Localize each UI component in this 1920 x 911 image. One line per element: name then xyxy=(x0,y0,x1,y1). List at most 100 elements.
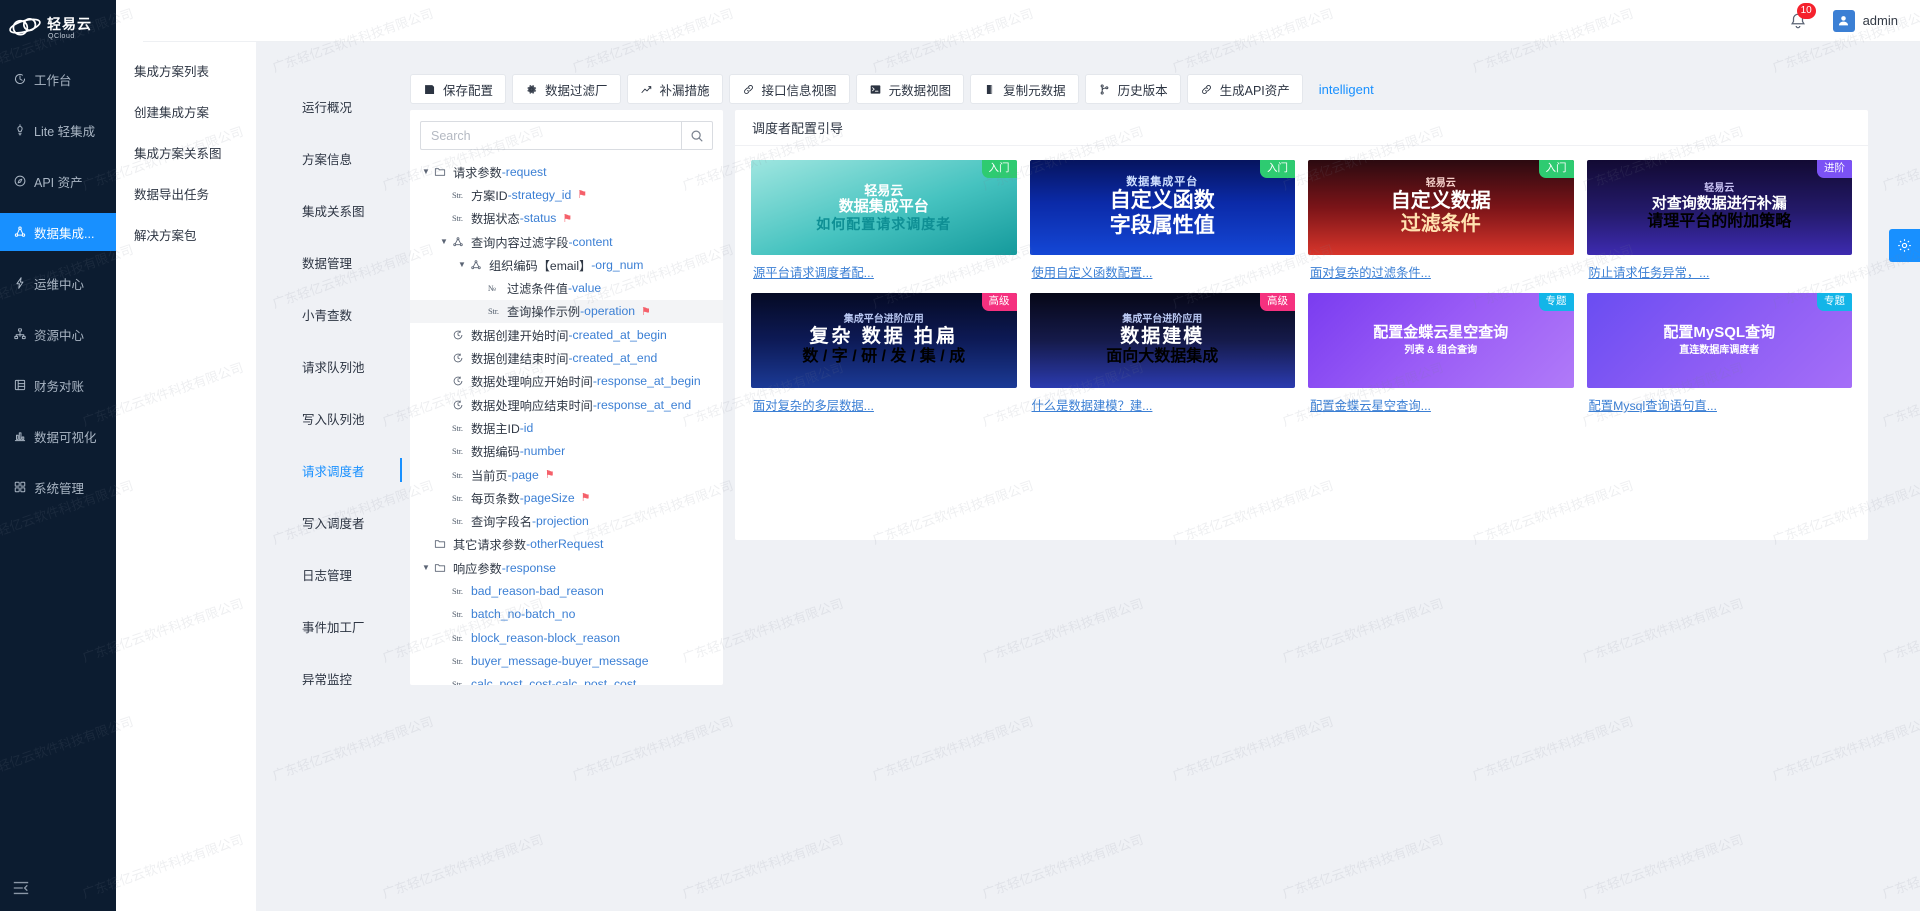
toolbar-button-7[interactable]: 生成API资产 xyxy=(1186,74,1303,104)
guide-card[interactable]: 入门 轻易云 数据集成平台 如何配置请求调度者 源平台请求调度者配... xyxy=(751,160,1017,281)
tertiary-menu-item-4[interactable]: 小青查数 xyxy=(256,288,402,340)
toolbar-button-3[interactable]: 接口信息视图 xyxy=(728,74,850,104)
toolbar-button-5[interactable]: 复制元数据 xyxy=(970,74,1079,104)
secondary-menu-item-2[interactable]: 集成方案关系图 xyxy=(116,132,256,173)
tree-node[interactable]: ▼ 查询内容过滤字段 -content xyxy=(410,230,723,253)
tree-node[interactable]: ▼Str.方案ID-strategy_id⚑ xyxy=(410,183,723,206)
sidebar-item-8[interactable]: 系统管理 xyxy=(0,468,116,506)
guide-card-thumb-line: 数 / 字 / 研 / 发 / 集 / 成 xyxy=(802,348,966,366)
guide-card-title[interactable]: 面对复杂的过滤条件... xyxy=(1308,263,1574,281)
guide-card[interactable]: 专题 配置MySQL查询 直连数据库调度者 配置Mysql查询语句直... xyxy=(1586,293,1853,414)
guide-card-tag: 高级 xyxy=(981,293,1017,311)
sidebar-item-6[interactable]: 财务对账 xyxy=(0,366,116,404)
sidebar-item-label: 数据集成... xyxy=(34,226,95,241)
chevron-down-icon[interactable]: ▼ xyxy=(454,260,470,269)
toolbar-button-4[interactable]: 元数据视图 xyxy=(855,74,965,104)
tree-node[interactable]: ▼数据处理响应开始时间-response_at_begin xyxy=(410,370,723,393)
tertiary-menu-item-9[interactable]: 日志管理 xyxy=(256,548,402,600)
guide-card-title[interactable]: 源平台请求调度者配... xyxy=(751,263,1017,281)
guide-card-title[interactable]: 使用自定义函数配置... xyxy=(1030,263,1296,281)
string-type-icon: Str. xyxy=(452,446,463,457)
primary-sidebar: 轻易云 QCloud 工作台 Lite 轻集成 API 资产数据集成... 运维中心资… xyxy=(0,0,116,911)
tertiary-menu-item-10[interactable]: 事件加工厂 xyxy=(256,600,402,652)
tree-node[interactable]: ▼Str.buyer_message-buyer_message xyxy=(410,649,723,672)
secondary-menu-item-4[interactable]: 解决方案包 xyxy=(116,214,256,255)
tertiary-menu-item-8[interactable]: 写入调度者 xyxy=(256,496,402,548)
chevron-down-icon[interactable]: ▼ xyxy=(436,237,452,246)
guide-card[interactable]: 进阶 轻易云 对查询数据进行补漏 请理平台的附加策略 防止请求任务异常，... xyxy=(1586,160,1853,281)
tree-node[interactable]: ▼数据创建开始时间-created_at_begin xyxy=(410,323,723,346)
chevron-down-icon[interactable]: ▼ xyxy=(418,563,434,572)
toolbar-button-6[interactable]: 历史版本 xyxy=(1084,74,1181,104)
toolbar-button-1[interactable]: 数据过滤厂 xyxy=(512,74,621,104)
share-nodes-icon xyxy=(470,259,489,271)
sidebar-item-5[interactable]: 资源中心 xyxy=(0,315,116,353)
tree-node[interactable]: ▼Str.数据主ID-id xyxy=(410,416,723,439)
tree-node[interactable]: ▼Str.每页条数-pageSize⚑ xyxy=(410,486,723,509)
guide-card[interactable]: 专题 配置金蝶云星空查询 列表 & 组合查询 配置金蝶云星空查询... xyxy=(1308,293,1574,414)
tree-node[interactable]: ▼Str.calc_post_cost-calc_post_cost xyxy=(410,673,723,685)
guide-card[interactable]: 高级 集成平台进阶应用 复杂 数据 拍扁数 / 字 / 研 / 发 / 集 / 成面… xyxy=(751,293,1017,414)
brand-logo[interactable]: 轻易云 QCloud xyxy=(0,0,116,56)
tertiary-menu-item-0[interactable]: 运行概况 xyxy=(256,80,402,132)
guide-card-tag: 入门 xyxy=(1538,160,1574,178)
guide-card-tag: 入门 xyxy=(981,160,1017,178)
guide-card-thumb-line: 请理平台的附加策略 xyxy=(1647,212,1792,230)
tree-node[interactable]: ▼数据创建结束时间-created_at_end xyxy=(410,346,723,369)
tree-node[interactable]: ▼Str.bad_reason-bad_reason xyxy=(410,579,723,602)
sidebar-item-1[interactable]: Lite 轻集成 xyxy=(0,111,116,149)
tree-node-label-en: -response_at_begin xyxy=(592,374,701,389)
chevron-down-icon[interactable]: ▼ xyxy=(418,167,434,176)
guide-card-title[interactable]: 配置Mysql查询语句直... xyxy=(1587,396,1853,414)
tree-node[interactable]: ▼其它请求参数-otherRequest xyxy=(410,533,723,556)
guide-card-thumb-line: 轻易云 xyxy=(1425,178,1456,189)
sidebar-item-3[interactable]: 数据集成... xyxy=(0,213,116,251)
guide-card[interactable]: 入门 数据集成平台 自定义函数 字段属性值 使用自定义函数配置... xyxy=(1029,160,1296,281)
toolbar-button-0[interactable]: 保存配置 xyxy=(410,74,507,104)
secondary-menu-item-0[interactable]: 集成方案列表 xyxy=(116,50,256,91)
secondary-menu-item-3[interactable]: 数据导出任务 xyxy=(116,173,256,214)
tree-node[interactable]: ▼Str.batch_no-batch_no xyxy=(410,603,723,626)
tree-node[interactable]: ▼Str.查询操作示例-operation⚑ xyxy=(410,299,723,324)
guide-card-thumb-line: 字段属性值 xyxy=(1109,213,1215,237)
guide-card-title[interactable]: 面对复杂的多层数据... xyxy=(751,396,1017,414)
guide-card[interactable]: 入门 轻易云 自定义数据 过滤条件 面对复杂的过滤条件... xyxy=(1308,160,1574,281)
tertiary-menu-item-1[interactable]: 方案信息 xyxy=(256,132,402,184)
search-button[interactable] xyxy=(681,121,713,150)
collapse-sidebar-icon[interactable] xyxy=(12,879,30,897)
intelligent-link[interactable]: intelligent xyxy=(1319,82,1374,97)
toolbar-button-2[interactable]: 补漏措施 xyxy=(626,74,723,104)
tree-node[interactable]: ▼Str.查询字段名-projection xyxy=(410,509,723,532)
sidebar-item-0[interactable]: 工作台 xyxy=(0,60,116,98)
tertiary-menu-item-2[interactable]: 集成关系图 xyxy=(256,184,402,236)
tree-node[interactable]: ▼№过滤条件值-value xyxy=(410,276,723,299)
tertiary-menu-item-3[interactable]: 数据管理 xyxy=(256,236,402,288)
sidebar-item-4[interactable]: 运维中心 xyxy=(0,264,116,302)
tree-node[interactable]: ▼Str.block_reason-block_reason xyxy=(410,626,723,649)
sidebar-item-7[interactable]: 数据可视化 xyxy=(0,417,116,455)
tree-node[interactable]: ▼Str.当前页-page⚑ xyxy=(410,463,723,486)
settings-float-button[interactable] xyxy=(1889,229,1920,262)
guide-card-title[interactable]: 防止请求任务异常，... xyxy=(1587,263,1853,281)
toolbar-button-label: 生成API资产 xyxy=(1219,83,1290,98)
user-menu[interactable]: admin xyxy=(1832,9,1898,32)
tertiary-menu-item-11[interactable]: 异常监控 xyxy=(256,652,402,704)
tree-node[interactable]: ▼ 请求参数 -request xyxy=(410,160,723,183)
search-input[interactable] xyxy=(420,121,681,150)
branch-icon xyxy=(1098,83,1111,96)
tree-node[interactable]: ▼ 组织编码【email】 -org_num xyxy=(410,253,723,276)
notifications-button[interactable]: 10 xyxy=(1789,2,1816,30)
guide-card-title[interactable]: 什么是数据建模？建... xyxy=(1030,396,1296,414)
tertiary-menu-item-5[interactable]: 请求队列池 xyxy=(256,340,402,392)
secondary-menu-item-1[interactable]: 创建集成方案 xyxy=(116,91,256,132)
tree-node[interactable]: ▼数据处理响应结束时间-response_at_end xyxy=(410,393,723,416)
tree-node[interactable]: ▼Str.数据状态-status⚑ xyxy=(410,207,723,230)
tertiary-menu-item-7[interactable]: 请求调度者 xyxy=(256,444,402,496)
sidebar-item-2[interactable]: API 资产 xyxy=(0,162,116,200)
tree-node[interactable]: ▼Str.数据编码-number xyxy=(410,440,723,463)
tree-node[interactable]: ▼ 响应参数 -response xyxy=(410,556,723,579)
tertiary-menu-item-6[interactable]: 写入队列池 xyxy=(256,392,402,444)
guide-card-title[interactable]: 配置金蝶云星空查询... xyxy=(1308,396,1574,414)
guide-card[interactable]: 高级 集成平台进阶应用 数据建模 面向大数据集成 什么是数据建模？建... xyxy=(1029,293,1296,414)
bar-chart-icon xyxy=(13,429,27,443)
